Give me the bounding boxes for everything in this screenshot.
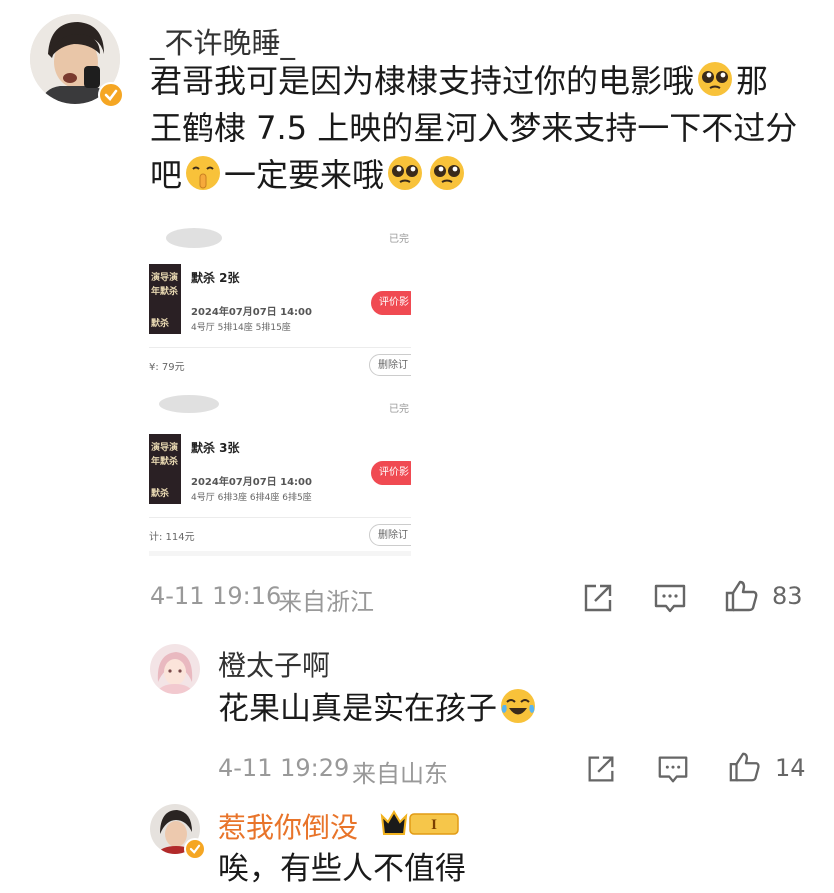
ticket-card: 已完 演导演 年默杀 默杀 默杀 3张 2024年07月07日 14:00 4号厅 … [149,376,411,521]
post-like-count: 83 [772,582,803,610]
order-status: 已完 [389,404,409,415]
reply-text: 唉，有些人不值得 [218,851,466,887]
post-content: 君哥我可是因为棣棣支持过你的电影哦 那 王鹤棣 7.5 上映的星河入梦来支持一下不… [150,58,810,199]
order-status: 已完 [389,234,409,245]
showtime: 2024年07月07日 14:00 [191,307,312,318]
movie-poster: 演导演 年默杀 默杀 [149,434,181,504]
rate-movie-button[interactable]: 评价影 [371,461,411,485]
rate-movie-button[interactable]: 评价影 [371,291,411,315]
comment-icon[interactable] [652,580,688,616]
reply-location: 来自山东 [352,760,448,788]
svg-text:I: I [431,817,437,833]
post-timestamp: 4-11 19:16 [150,582,282,610]
movie-title: 默杀 2张 [191,271,240,285]
delete-order-button[interactable]: 删除订 [369,354,411,376]
verified-badge-icon [98,82,124,108]
post-line-5: 一定要来哦 [224,156,385,194]
reply-timestamp: 4-11 19:29 [218,754,350,782]
order-price: 计: 114元 [149,532,195,543]
reply-content: 唉，有些人不值得 [218,846,466,893]
reply-avatar[interactable] [150,644,200,694]
redacted-blur [166,228,222,248]
seat-info: 4号厅 6排3座 6排4座 6排5座 [191,493,312,503]
comment-icon[interactable] [656,752,692,788]
reply-username[interactable]: 橙太子啊 [218,644,330,684]
vip-crown-icon: I [380,808,462,838]
share-icon[interactable] [584,752,620,788]
laughing-crying-emoji-icon [501,689,535,723]
delete-order-button[interactable]: 删除订 [369,524,411,546]
reply-text: 花果山真是实在孩子 [218,691,497,727]
seat-info: 4号厅 5排14座 5排15座 [191,323,291,333]
reply-content: 花果山真是实在孩子 [218,686,539,733]
reply-username[interactable]: 惹我你倒没 [218,806,358,846]
like-icon[interactable] [724,578,760,614]
share-icon[interactable] [580,580,616,616]
post-line-2: 那 [736,62,769,100]
movie-title: 默杀 3张 [191,441,240,455]
post-line-3: 王鹤棣 7.5 上映的星河入梦来支持一下不过分 [150,109,798,147]
ticket-footer: 计: 114元 删除订 [149,518,411,551]
reply-like-count: 14 [775,754,806,782]
pleading-face-emoji-icon [388,156,423,190]
verified-badge-icon [184,838,206,860]
redacted-blur [159,395,219,413]
post-username[interactable]: _不许晚睡_ [150,20,295,62]
shushing-face-emoji-icon [186,156,221,190]
showtime: 2024年07月07日 14:00 [191,477,312,488]
pleading-face-emoji-icon [698,62,733,96]
order-price: ¥: 79元 [149,362,185,373]
movie-poster: 演导演 年默杀 默杀 [149,264,181,334]
post-line-1: 君哥我可是因为棣棣支持过你的电影哦 [150,62,695,100]
post-line-4: 吧 [150,156,183,194]
like-icon[interactable] [728,750,764,786]
pleading-face-emoji-icon [430,156,465,190]
ticket-card: 已完 演导演 年默杀 默杀 默杀 2张 2024年07月07日 14:00 4号厅 … [149,206,411,351]
post-location: 来自浙江 [278,588,374,616]
ticket-screenshot-image[interactable]: 已完 演导演 年默杀 默杀 默杀 2张 2024年07月07日 14:00 4号厅 … [149,206,411,556]
